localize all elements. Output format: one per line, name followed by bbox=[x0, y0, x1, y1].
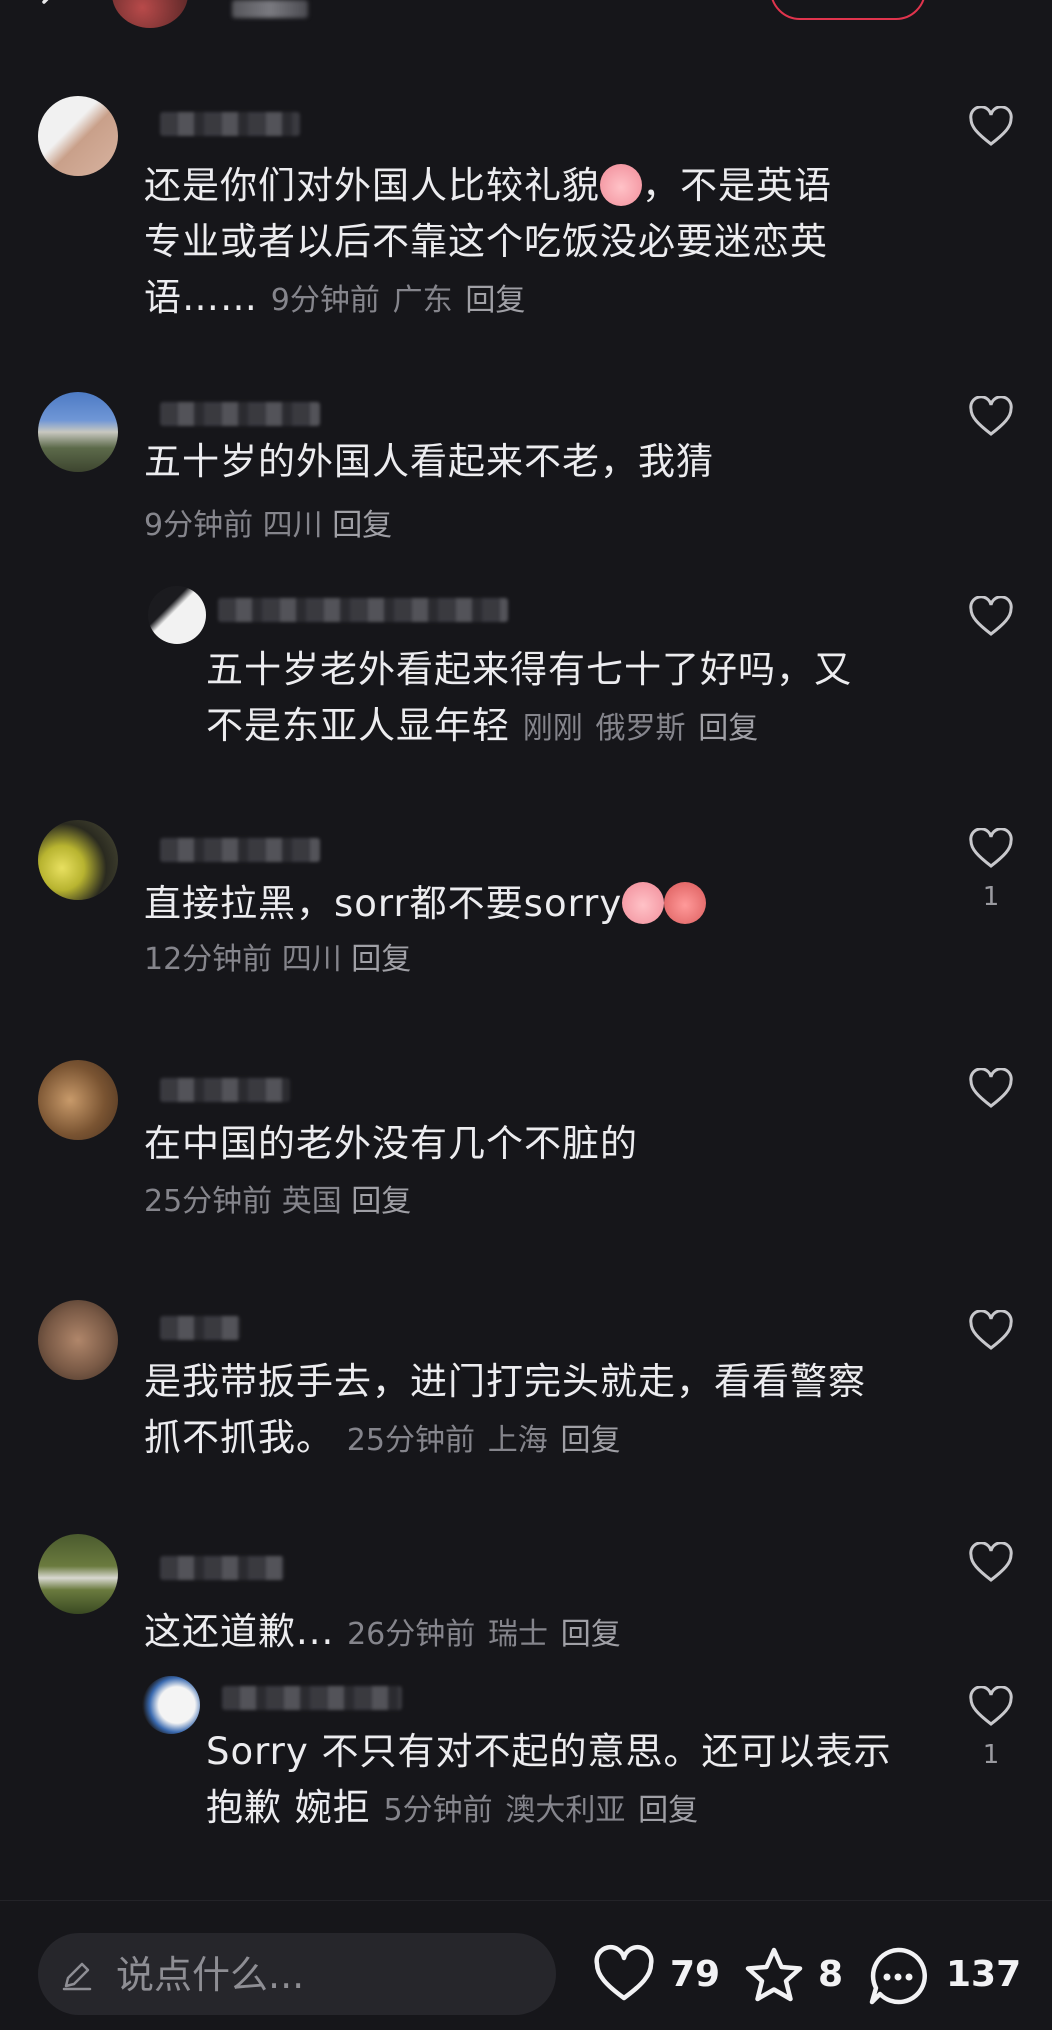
reply-button[interactable]: 回复 bbox=[465, 283, 525, 318]
comment-meta: 12分钟前 四川 回复 bbox=[144, 940, 411, 980]
comment-location: 澳大利亚 bbox=[505, 1793, 626, 1828]
avatar[interactable] bbox=[38, 392, 118, 472]
pencil-icon[interactable] bbox=[60, 1958, 94, 1992]
reply-button[interactable]: 回复 bbox=[351, 1184, 411, 1219]
reply-button[interactable]: 回复 bbox=[561, 1617, 621, 1652]
heart-icon[interactable] bbox=[968, 1310, 1014, 1352]
back-icon[interactable] bbox=[36, 0, 64, 22]
username-blurred[interactable] bbox=[218, 598, 508, 622]
comment-text: 五十岁的外国人看起来不老，我猜 bbox=[144, 440, 714, 483]
comment-meta: 9分钟前 四川 回复 bbox=[144, 506, 392, 546]
heart-icon[interactable] bbox=[968, 396, 1014, 438]
comment-text: 是我带扳手去，进门打完头就走，看看警察 抓不抓我。 25分钟前 上海 回复 bbox=[144, 1360, 866, 1459]
comment-time: 25分钟前 bbox=[144, 1184, 273, 1219]
peach-face-emoji bbox=[622, 882, 665, 924]
comments-count: 137 bbox=[946, 1954, 1022, 1995]
reply-button[interactable]: 回复 bbox=[698, 711, 758, 746]
author-name-blurred bbox=[232, 0, 308, 18]
avatar[interactable] bbox=[38, 820, 118, 900]
comment-input-placeholder[interactable]: 说点什么... bbox=[116, 1950, 304, 2000]
follow-button[interactable] bbox=[770, 0, 926, 20]
comment-time: 刚刚 bbox=[522, 711, 583, 746]
comment-time: 25分钟前 bbox=[346, 1423, 475, 1458]
comment-bubble-icon[interactable] bbox=[866, 1944, 930, 2008]
comment-text: 直接拉黑，sorr都不要sorry bbox=[144, 876, 707, 932]
username-blurred[interactable] bbox=[160, 112, 300, 136]
comment-text: 这还道歉... 26分钟前 瑞士 回复 bbox=[144, 1610, 621, 1653]
comment-time: 26分钟前 bbox=[347, 1617, 476, 1652]
heart-icon[interactable] bbox=[968, 828, 1014, 870]
comment-time: 12分钟前 bbox=[144, 942, 273, 977]
author-avatar[interactable] bbox=[112, 0, 188, 28]
avatar[interactable] bbox=[142, 1676, 200, 1734]
likes-count: 79 bbox=[670, 1954, 721, 1995]
reply-button[interactable]: 回复 bbox=[332, 508, 392, 543]
comment-text: 还是你们对外国人比较礼貌 ，不是英语 专业或者以后不靠这个吃饭没必要迷恋英 语……… bbox=[144, 164, 832, 319]
comment-time: 5分钟前 bbox=[383, 1793, 493, 1828]
angry-peach-emoji bbox=[664, 882, 707, 924]
comment-location: 四川 bbox=[262, 508, 323, 543]
comment-text: Sorry 不只有对不起的意思。还可以表示 抱歉 婉拒 5分钟前 澳大利亚 回复 bbox=[206, 1730, 892, 1829]
like-count: 1 bbox=[982, 882, 1000, 912]
star-icon[interactable] bbox=[742, 1944, 806, 2008]
heart-icon[interactable] bbox=[968, 1068, 1014, 1110]
comment-meta: 25分钟前 英国 回复 bbox=[144, 1182, 411, 1222]
comment-location: 俄罗斯 bbox=[595, 711, 686, 746]
heart-icon[interactable] bbox=[968, 1686, 1014, 1728]
username-blurred[interactable] bbox=[160, 1078, 290, 1102]
avatar[interactable] bbox=[148, 586, 206, 644]
avatar[interactable] bbox=[38, 96, 118, 176]
heart-icon[interactable] bbox=[968, 106, 1014, 148]
comment-location: 四川 bbox=[281, 942, 342, 977]
comment-text: 在中国的老外没有几个不脏的 bbox=[144, 1122, 638, 1165]
reply-button[interactable]: 回复 bbox=[638, 1793, 698, 1828]
like-count: 1 bbox=[982, 1740, 1000, 1770]
top-bar bbox=[0, 0, 1052, 38]
username-blurred[interactable] bbox=[160, 402, 320, 426]
comment-location: 广东 bbox=[392, 283, 453, 318]
peach-face-emoji bbox=[600, 164, 642, 206]
comment-location: 英国 bbox=[281, 1184, 342, 1219]
username-blurred[interactable] bbox=[160, 838, 320, 862]
heart-icon[interactable] bbox=[968, 1542, 1014, 1584]
reply-button[interactable]: 回复 bbox=[351, 942, 411, 977]
avatar[interactable] bbox=[38, 1060, 118, 1140]
heart-icon[interactable] bbox=[968, 596, 1014, 638]
comment-location: 瑞士 bbox=[488, 1617, 549, 1652]
share-icon[interactable] bbox=[950, 0, 990, 14]
comment-time: 9分钟前 bbox=[270, 283, 380, 318]
username-blurred[interactable] bbox=[222, 1686, 402, 1710]
favorites-count: 8 bbox=[818, 1954, 844, 1995]
avatar[interactable] bbox=[38, 1300, 118, 1380]
comment-time: 9分钟前 bbox=[144, 508, 254, 543]
heart-icon[interactable] bbox=[592, 1944, 656, 2008]
comment-text: 五十岁老外看起来得有七十了好吗，又 不是东亚人显年轻 刚刚 俄罗斯 回复 bbox=[206, 648, 852, 747]
avatar[interactable] bbox=[38, 1534, 118, 1614]
comment-location: 上海 bbox=[487, 1423, 548, 1458]
username-blurred[interactable] bbox=[160, 1556, 284, 1580]
username-blurred[interactable] bbox=[160, 1316, 240, 1340]
reply-button[interactable]: 回复 bbox=[560, 1423, 620, 1458]
